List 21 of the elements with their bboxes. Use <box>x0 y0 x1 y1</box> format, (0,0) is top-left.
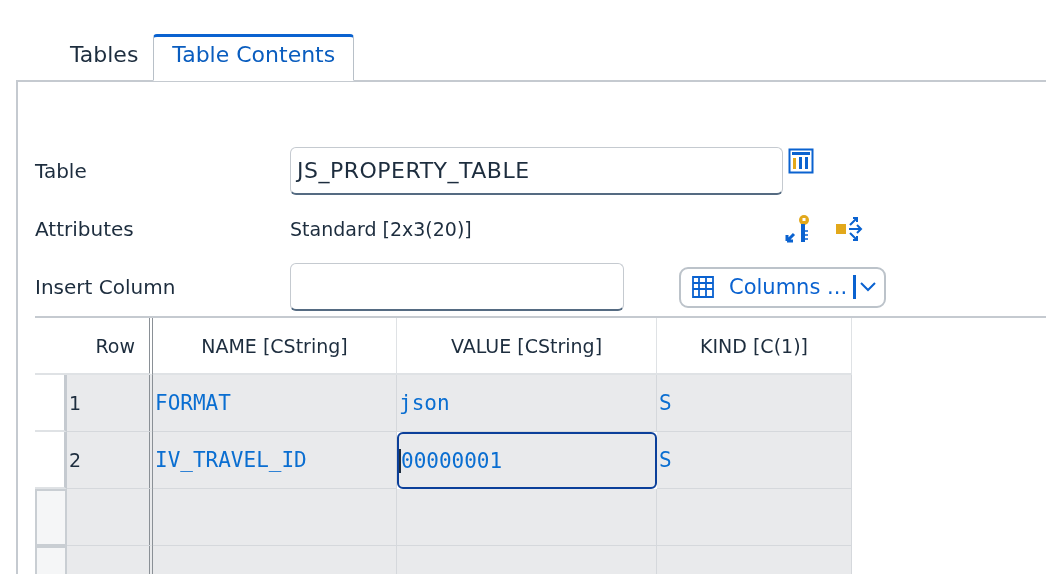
columns-button[interactable]: Columns ... <box>679 266 887 308</box>
table-cell: json <box>397 375 657 432</box>
table-icon[interactable] <box>788 148 814 174</box>
row-number: 2 <box>67 432 153 489</box>
table-cell: S <box>657 432 852 489</box>
cell-input-field[interactable]: 00000001 <box>397 432 657 489</box>
field-label: Attributes <box>35 217 135 241</box>
table-cell: FORMAT <box>153 375 397 432</box>
grid-icon <box>691 275 715 299</box>
tab[interactable]: Tables <box>55 34 154 72</box>
attributes-value: Standard [2x3(20)] <box>290 218 473 240</box>
chevron-down-icon <box>860 282 877 292</box>
row-number: 1 <box>67 375 153 432</box>
table-cell: S <box>657 375 852 432</box>
distribute-arrows-icon[interactable] <box>835 214 863 244</box>
table-cell: IV_TRAVEL_ID <box>153 432 397 489</box>
field-label: Table <box>35 159 88 183</box>
tab[interactable]: Table Contents <box>153 34 355 81</box>
table-input-field[interactable]: JS_PROPERTY_TABLE <box>290 147 783 195</box>
insert-column-field[interactable] <box>290 263 624 311</box>
field-label: Insert Column <box>35 275 177 299</box>
